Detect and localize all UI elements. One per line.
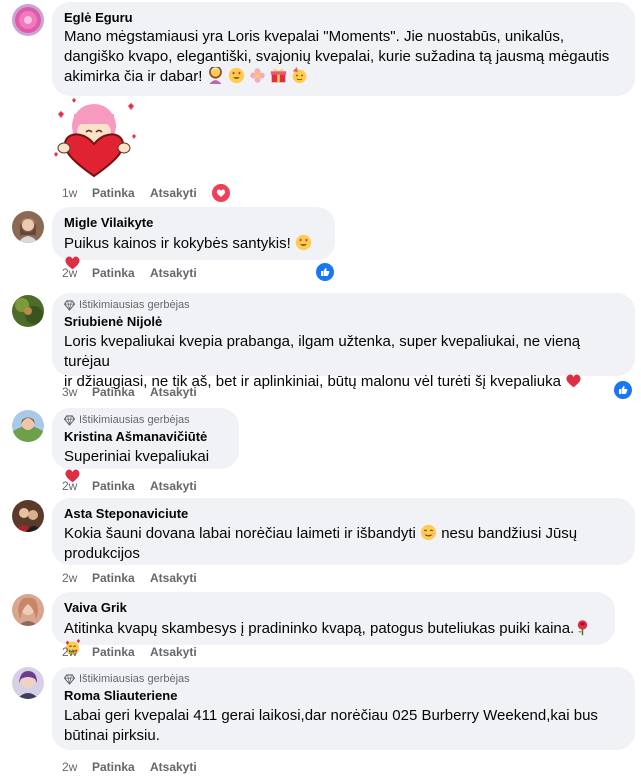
comment-text-line: Kokia šauni dovana labai norėčiau laimet… — [64, 524, 623, 544]
like-reaction-icon[interactable] — [614, 381, 632, 399]
comment-author[interactable]: Asta Steponaviciute — [64, 506, 623, 522]
heart-eyes-emoji-icon — [295, 234, 312, 251]
diamond-icon — [64, 414, 75, 426]
diamond-icon — [64, 299, 75, 311]
comment-author[interactable]: Eglė Eguru — [64, 10, 623, 26]
gift-emoji-icon — [270, 68, 287, 83]
comment-text-content: Kokia šauni dovana labai norėčiau laimet… — [64, 525, 416, 542]
comment-bubble: Ištikimiausias gerbėjas Kristina Ašmanav… — [52, 408, 239, 483]
comment-text: Mano mėgstamiausi yra Loris kvepalai "Mo… — [64, 27, 623, 87]
comment-text-line: produkcijos — [64, 545, 140, 562]
comment-actions: 1w Patinka Atsakyti — [62, 185, 197, 201]
reply-button[interactable]: Atsakyti — [150, 384, 197, 400]
top-fan-badge[interactable]: Ištikimiausias gerbėjas — [64, 413, 227, 427]
smiling-face-emoji-icon — [420, 524, 437, 541]
comment-time[interactable]: 2w — [62, 759, 92, 775]
comment-time[interactable]: 1w — [62, 185, 92, 201]
badge-label: Ištikimiausias gerbėjas — [79, 673, 190, 685]
badge-label: Ištikimiausias gerbėjas — [79, 414, 190, 426]
like-button[interactable]: Patinka — [92, 185, 150, 201]
reply-button[interactable]: Atsakyti — [150, 185, 197, 201]
party-face-emoji-icon — [292, 67, 307, 84]
comment-text: Kokia šauni dovana labai norėčiau laimet… — [64, 524, 623, 564]
avatar[interactable] — [12, 410, 44, 442]
comment-time[interactable]: 2w — [62, 570, 92, 586]
comment-actions: 2w Patinka Atsakyti — [62, 759, 197, 775]
comment-text: Labai geri kvepalai 411 gerai laikosi,da… — [64, 706, 623, 746]
comment-actions: 2w Patinka Atsakyti — [62, 478, 197, 494]
avatar[interactable] — [12, 594, 44, 626]
top-fan-badge[interactable]: Ištikimiausias gerbėjas — [64, 672, 623, 686]
comment-bubble: Asta Steponaviciute Kokia šauni dovana l… — [52, 498, 635, 565]
red-heart-emoji-icon — [566, 374, 581, 388]
emoji-group — [207, 67, 309, 85]
like-button[interactable]: Patinka — [92, 759, 150, 775]
comment-bubble: Ištikimiausias gerbėjas Sriubienė Nijolė… — [52, 293, 635, 390]
reply-button[interactable]: Atsakyti — [150, 644, 197, 660]
like-button[interactable]: Patinka — [92, 384, 150, 400]
comment-text-line: būtinai pirksiu. — [64, 727, 160, 744]
avatar[interactable] — [12, 500, 44, 532]
flower-emoji-icon — [250, 68, 265, 83]
comment-text-content: Atitinka kvapų skambesys į pradininko kv… — [64, 620, 575, 637]
comment-time[interactable]: 2w — [62, 478, 92, 494]
comment-bubble: Ištikimiausias gerbėjas Roma Sliauterien… — [52, 667, 635, 750]
comment-time[interactable]: 3w — [62, 384, 92, 400]
comment-author[interactable]: Roma Sliauteriene — [64, 688, 623, 704]
comment-actions: 2w Patinka Atsakyti — [62, 265, 197, 281]
reply-button[interactable]: Atsakyti — [150, 265, 197, 281]
comment-actions: 2w Patinka Atsakyti — [62, 644, 197, 660]
comment-text-content: nesu bandžiusi Jūsų — [441, 525, 578, 542]
comment-text-content: Mano mėgstamiausi yra Loris kvepalai "Mo… — [64, 28, 610, 85]
avatar[interactable] — [12, 211, 44, 243]
comment-text-content: Superiniai kvepaliukai — [64, 448, 210, 465]
comment-time[interactable]: 2w — [62, 644, 92, 660]
heart-hug-sticker[interactable] — [50, 96, 140, 178]
comment-author[interactable]: Kristina Ašmanavičiūtė — [64, 429, 227, 445]
avatar[interactable] — [12, 4, 44, 36]
love-reaction-icon[interactable] — [212, 184, 230, 202]
avatar[interactable] — [12, 295, 44, 327]
like-reaction-icon[interactable] — [316, 263, 334, 281]
comment-bubble: Vaiva Grik Atitinka kvapų skambesys į pr… — [52, 592, 615, 656]
reply-button[interactable]: Atsakyti — [150, 570, 197, 586]
emoji-person-icon — [208, 67, 222, 84]
reply-button[interactable]: Atsakyti — [150, 478, 197, 494]
comment-actions: 3w Patinka Atsakyti — [62, 384, 197, 400]
comment-bubble: Eglė Eguru Mano mėgstamiausi yra Loris k… — [52, 2, 635, 96]
like-button[interactable]: Patinka — [92, 478, 150, 494]
rose-emoji-icon — [578, 620, 588, 636]
like-button[interactable]: Patinka — [92, 265, 150, 281]
comment-text-content: Puikus kainos ir kokybės santykis! — [64, 235, 291, 252]
avatar[interactable] — [12, 667, 44, 699]
like-button[interactable]: Patinka — [92, 570, 150, 586]
comment-text-line: Loris kvepaliukai kvepia prabanga, ilgam… — [64, 333, 581, 370]
like-button[interactable]: Patinka — [92, 644, 150, 660]
diamond-icon — [64, 673, 75, 685]
comment-time[interactable]: 2w — [62, 265, 92, 281]
comment-author[interactable]: Migle Vilaikyte — [64, 215, 323, 231]
comment-text-line: Labai geri kvepalai 411 gerai laikosi,da… — [64, 707, 598, 724]
comment-author[interactable]: Vaiva Grik — [64, 600, 603, 616]
comment-author[interactable]: Sriubienė Nijolė — [64, 314, 623, 330]
comment-text: Loris kvepaliukai kvepia prabanga, ilgam… — [64, 332, 623, 392]
heart-eyes-emoji-icon — [228, 67, 244, 84]
comment-bubble: Migle Vilaikyte Puikus kainos ir kokybės… — [52, 207, 335, 270]
reply-button[interactable]: Atsakyti — [150, 759, 197, 775]
top-fan-badge[interactable]: Ištikimiausias gerbėjas — [64, 298, 623, 312]
comment-actions: 2w Patinka Atsakyti — [62, 570, 197, 586]
badge-label: Ištikimiausias gerbėjas — [79, 299, 190, 311]
